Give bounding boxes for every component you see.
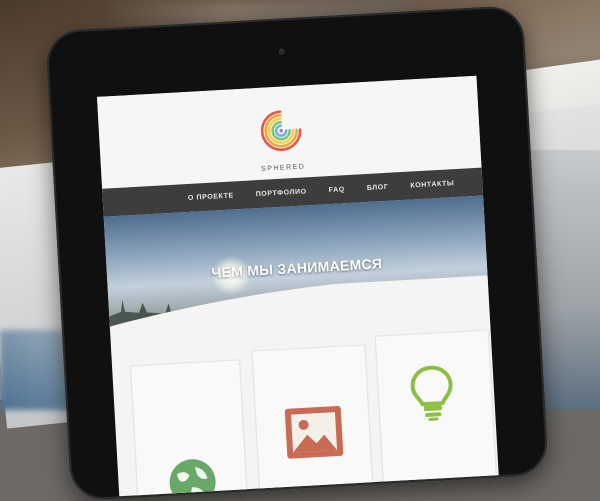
sphered-logo-icon[interactable] xyxy=(258,108,304,154)
nav-item-faq[interactable]: FAQ xyxy=(329,186,346,194)
nav-item-about[interactable]: О ПРОЕКТЕ xyxy=(188,192,234,202)
tablet-device: SPHERED О ПРОЕКТЕ ПОРТФОЛИО FAQ БЛОГ КОН… xyxy=(45,5,549,501)
nav-item-blog[interactable]: БЛОГ xyxy=(367,183,389,191)
lightbulb-icon xyxy=(410,365,453,421)
picture-icon xyxy=(284,405,344,459)
nav-item-portfolio[interactable]: ПОРТФОЛИО xyxy=(256,188,307,198)
service-card-web[interactable] xyxy=(130,359,249,497)
nav-item-contacts[interactable]: КОНТАКТЫ xyxy=(410,180,454,189)
service-card-design[interactable] xyxy=(251,344,375,497)
service-card-ideas[interactable] xyxy=(374,329,499,497)
front-camera xyxy=(278,48,285,55)
tablet-screen: SPHERED О ПРОЕКТЕ ПОРТФОЛИО FAQ БЛОГ КОН… xyxy=(96,75,499,497)
globe-icon xyxy=(169,459,216,497)
